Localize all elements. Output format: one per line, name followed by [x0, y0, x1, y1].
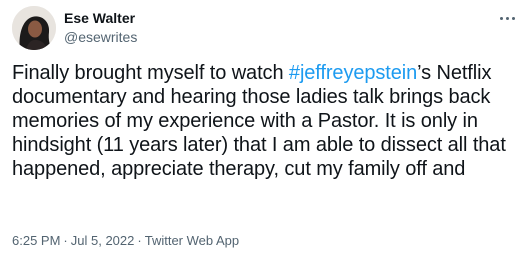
tweet-text: Finally brought myself to watch #jeffrey… — [12, 61, 522, 181]
tweet-text-start: Finally brought myself to watch — [12, 62, 289, 84]
tweet-card: Ese Walter @esewrites Finally brought my… — [0, 0, 532, 257]
separator: · — [63, 233, 68, 248]
avatar[interactable] — [12, 6, 56, 50]
more-dot — [499, 16, 503, 20]
tweet-time[interactable]: 6:25 PM — [12, 233, 60, 248]
tweet-metadata: 6:25 PM · Jul 5, 2022 · Twitter Web App — [12, 233, 239, 249]
more-options-icon[interactable] — [496, 10, 518, 26]
author-handle[interactable]: @esewrites — [64, 28, 137, 46]
hashtag-link[interactable]: #jeffreyepstein — [289, 62, 417, 84]
author-block: Ese Walter @esewrites — [64, 9, 137, 46]
author-display-name[interactable]: Ese Walter — [64, 9, 137, 27]
more-dot — [505, 16, 509, 20]
separator: · — [137, 233, 142, 248]
tweet-source[interactable]: Twitter Web App — [145, 233, 239, 248]
tweet-date[interactable]: Jul 5, 2022 — [71, 233, 135, 248]
more-dot — [511, 16, 515, 20]
